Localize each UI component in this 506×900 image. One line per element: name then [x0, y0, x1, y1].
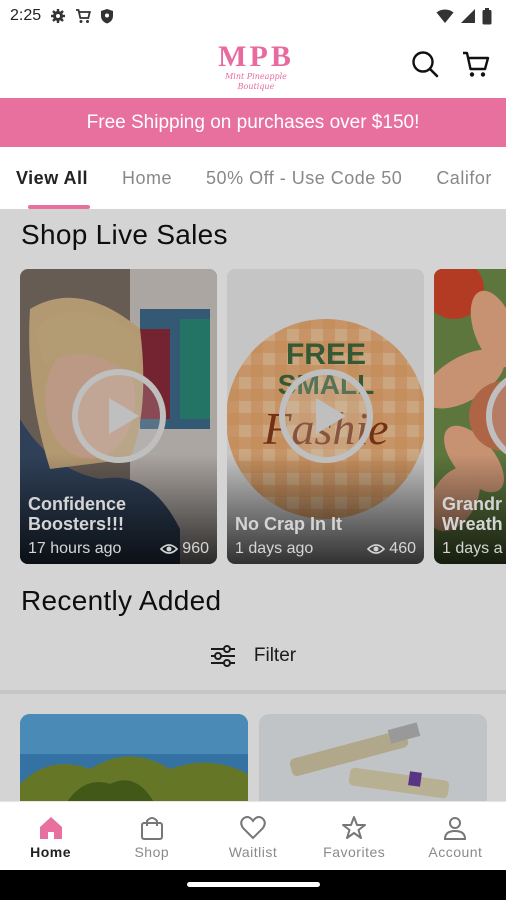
- video-views: 460: [367, 540, 416, 558]
- nav-waitlist-label: Waitlist: [228, 844, 278, 860]
- promo-text: Free Shipping on purchases over $150!: [86, 111, 420, 133]
- star-icon: [342, 816, 367, 839]
- video-meta: 1 days ago 460: [235, 540, 416, 558]
- video-time: 17 hours ago: [28, 540, 122, 557]
- battery-icon: [482, 7, 492, 24]
- live-sale-card[interactable]: Confidence Boosters!!! 17 hours ago 960: [20, 269, 217, 564]
- home-icon: [39, 817, 62, 839]
- live-sale-card[interactable]: FREE SMALL Fashie No Crap In It 1 days a…: [227, 269, 424, 564]
- tab-view-all[interactable]: View All: [16, 147, 91, 209]
- video-title: No Crap In It: [235, 514, 342, 534]
- cart-icon[interactable]: [460, 48, 492, 80]
- heart-icon: [240, 816, 266, 840]
- logo-tagline: Mint Pineapple Boutique: [225, 72, 287, 91]
- nav-home[interactable]: Home: [0, 802, 101, 870]
- live-sales-title: Shop Live Sales: [21, 219, 228, 250]
- status-time: 2:25: [10, 7, 42, 24]
- logo-text: MPB: [218, 40, 294, 73]
- video-meta: 17 hours ago 960: [28, 540, 209, 558]
- graphic-text-free: FREE: [286, 338, 366, 371]
- shield-icon: [101, 9, 114, 24]
- nav-account[interactable]: Account: [405, 802, 506, 870]
- video-meta: 1 days a: [442, 540, 502, 558]
- status-bar: 2:25: [0, 0, 506, 32]
- promo-banner[interactable]: Free Shipping on purchases over $150!: [0, 98, 506, 147]
- nav-favorites[interactable]: Favorites: [304, 802, 405, 870]
- live-sales-carousel[interactable]: Confidence Boosters!!! 17 hours ago 960: [20, 269, 506, 564]
- filter-button[interactable]: Filter: [0, 641, 506, 671]
- tab-50-off[interactable]: 50% Off - Use Code 50: [206, 147, 402, 209]
- app-header: MPB Mint Pineapple Boutique: [0, 32, 506, 98]
- product-card[interactable]: [20, 714, 248, 801]
- bottom-nav: Home Shop Waitlist Favorites Account: [0, 801, 506, 870]
- video-views: 960: [160, 540, 209, 558]
- app-screen: 2:25 MPB Mint Pineapple Boutique Free Sh…: [0, 0, 506, 870]
- play-icon[interactable]: [485, 368, 506, 464]
- video-title: Confidence Boosters!!!: [28, 494, 127, 534]
- brand-logo[interactable]: MPB Mint Pineapple Boutique: [208, 40, 304, 92]
- nav-account-label: Account: [428, 844, 483, 860]
- wifi-icon: [436, 9, 454, 23]
- product-image: [20, 714, 248, 801]
- signal-icon: [461, 9, 475, 23]
- nav-shop-label: Shop: [134, 844, 170, 860]
- video-time: 1 days a: [442, 540, 503, 557]
- play-icon[interactable]: [278, 368, 374, 464]
- search-icon[interactable]: [409, 48, 441, 80]
- cart-icon: [76, 9, 92, 23]
- recently-added-title: Recently Added: [21, 585, 222, 616]
- category-tabs: View All Home 50% Off - Use Code 50 Cali…: [0, 147, 506, 209]
- product-image: [259, 714, 487, 801]
- video-title: Grandr Wreath: [442, 494, 503, 534]
- shopping-bag-icon: [140, 817, 163, 840]
- nav-favorites-label: Favorites: [323, 844, 386, 860]
- video-view-count: 960: [182, 540, 209, 557]
- person-icon: [444, 817, 467, 840]
- nav-shop[interactable]: Shop: [101, 802, 202, 870]
- filter-label: Filter: [253, 645, 297, 666]
- tab-home[interactable]: Home: [122, 147, 172, 209]
- video-view-count: 460: [389, 540, 416, 557]
- play-icon[interactable]: [71, 368, 167, 464]
- tab-california[interactable]: Califor: [436, 147, 492, 209]
- video-time: 1 days ago: [235, 540, 314, 557]
- section-divider: [0, 690, 506, 694]
- eye-icon: [367, 544, 386, 554]
- main-content: Shop Live Sales Confidence Boosters!!! 1…: [0, 209, 506, 801]
- eye-icon: [160, 544, 179, 554]
- nav-waitlist[interactable]: Waitlist: [202, 802, 303, 870]
- live-sale-card[interactable]: Grandr Wreath 1 days a: [434, 269, 506, 564]
- gesture-handle[interactable]: [187, 882, 320, 887]
- settings-icon: [51, 9, 66, 23]
- sliders-icon: [210, 645, 235, 667]
- product-card[interactable]: [259, 714, 487, 801]
- nav-home-label: Home: [30, 844, 72, 860]
